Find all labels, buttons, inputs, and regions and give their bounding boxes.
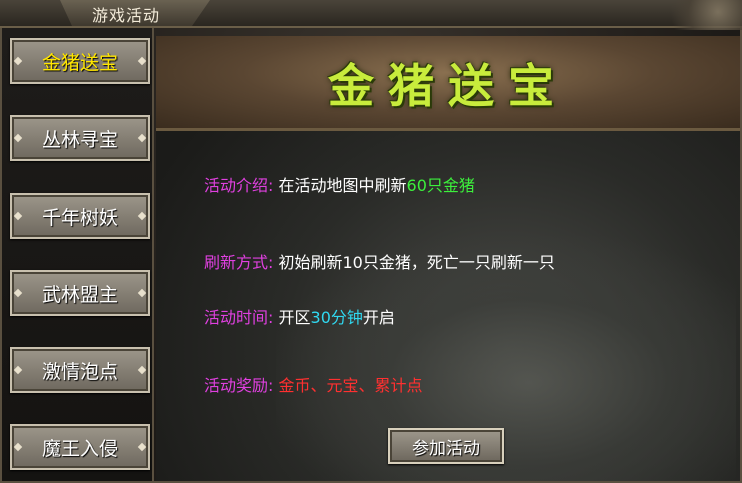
activity-reward-row: 活动奖励: 金币、元宝、累计点 bbox=[204, 372, 423, 396]
sidebar-item-label: 丛林寻宝 bbox=[41, 128, 118, 151]
activity-sidebar: 金猪送宝 丛林寻宝 千年树妖 武林盟主 激情泡点 魔王入侵 bbox=[2, 28, 154, 481]
title-bar: 游戏活动 bbox=[0, 0, 742, 30]
sidebar-item-passion-points[interactable]: 激情泡点 bbox=[10, 347, 150, 393]
diamond-icon bbox=[13, 56, 23, 66]
diamond-icon bbox=[13, 365, 23, 375]
banner-title: 金猪送宝 bbox=[328, 59, 568, 113]
diamond-icon bbox=[13, 211, 23, 221]
refresh-method-row: 刷新方式: 初始刷新10只金猪，死亡一只刷新一只 bbox=[204, 249, 555, 273]
time-text-prefix: 开区 bbox=[278, 308, 311, 327]
sidebar-item-label: 千年树妖 bbox=[41, 206, 118, 229]
intro-text: 在活动地图中刷新 bbox=[278, 176, 407, 195]
time-label: 活动时间: bbox=[204, 308, 274, 327]
refresh-text: 初始刷新10只金猪，死亡一只刷新一只 bbox=[278, 253, 555, 272]
activity-banner: 金猪送宝 bbox=[156, 36, 740, 131]
diamond-icon bbox=[137, 211, 147, 221]
sidebar-item-label: 激情泡点 bbox=[41, 360, 118, 383]
activity-intro-row: 活动介绍: 在活动地图中刷新60只金猪 bbox=[204, 172, 475, 196]
diamond-icon bbox=[137, 56, 147, 66]
sidebar-item-label: 武林盟主 bbox=[41, 283, 118, 306]
sidebar-item-label: 金猪送宝 bbox=[41, 51, 118, 74]
window-title: 游戏活动 bbox=[92, 6, 161, 25]
sidebar-item-label: 魔王入侵 bbox=[41, 437, 118, 460]
intro-highlight: 60只金猪 bbox=[406, 176, 475, 195]
diamond-icon bbox=[137, 288, 147, 298]
time-highlight: 30分钟 bbox=[310, 308, 363, 327]
diamond-icon bbox=[13, 442, 23, 452]
join-activity-button[interactable]: 参加活动 bbox=[388, 428, 504, 464]
diamond-icon bbox=[137, 133, 147, 143]
dragon-ornament-icon bbox=[662, 0, 742, 30]
sidebar-item-golden-pig[interactable]: 金猪送宝 bbox=[10, 38, 150, 84]
sidebar-item-martial-leader[interactable]: 武林盟主 bbox=[10, 270, 150, 316]
intro-label: 活动介绍: bbox=[204, 176, 274, 195]
diamond-icon bbox=[137, 365, 147, 375]
diamond-icon bbox=[137, 442, 147, 452]
reward-label: 活动奖励: bbox=[204, 376, 274, 395]
time-text-suffix: 开启 bbox=[362, 308, 395, 327]
sidebar-item-demon-invasion[interactable]: 魔王入侵 bbox=[10, 424, 150, 470]
sidebar-item-jungle-treasure[interactable]: 丛林寻宝 bbox=[10, 115, 150, 161]
reward-text: 金币、元宝、累计点 bbox=[278, 376, 423, 395]
sidebar-item-tree-demon[interactable]: 千年树妖 bbox=[10, 193, 150, 239]
diamond-icon bbox=[13, 288, 23, 298]
activity-time-row: 活动时间: 开区30分钟开启 bbox=[204, 304, 395, 328]
refresh-label: 刷新方式: bbox=[204, 253, 274, 272]
diamond-icon bbox=[13, 133, 23, 143]
activity-detail-panel: 金猪送宝 活动介绍: 在活动地图中刷新60只金猪 刷新方式: 初始刷新10只金猪… bbox=[156, 36, 740, 481]
